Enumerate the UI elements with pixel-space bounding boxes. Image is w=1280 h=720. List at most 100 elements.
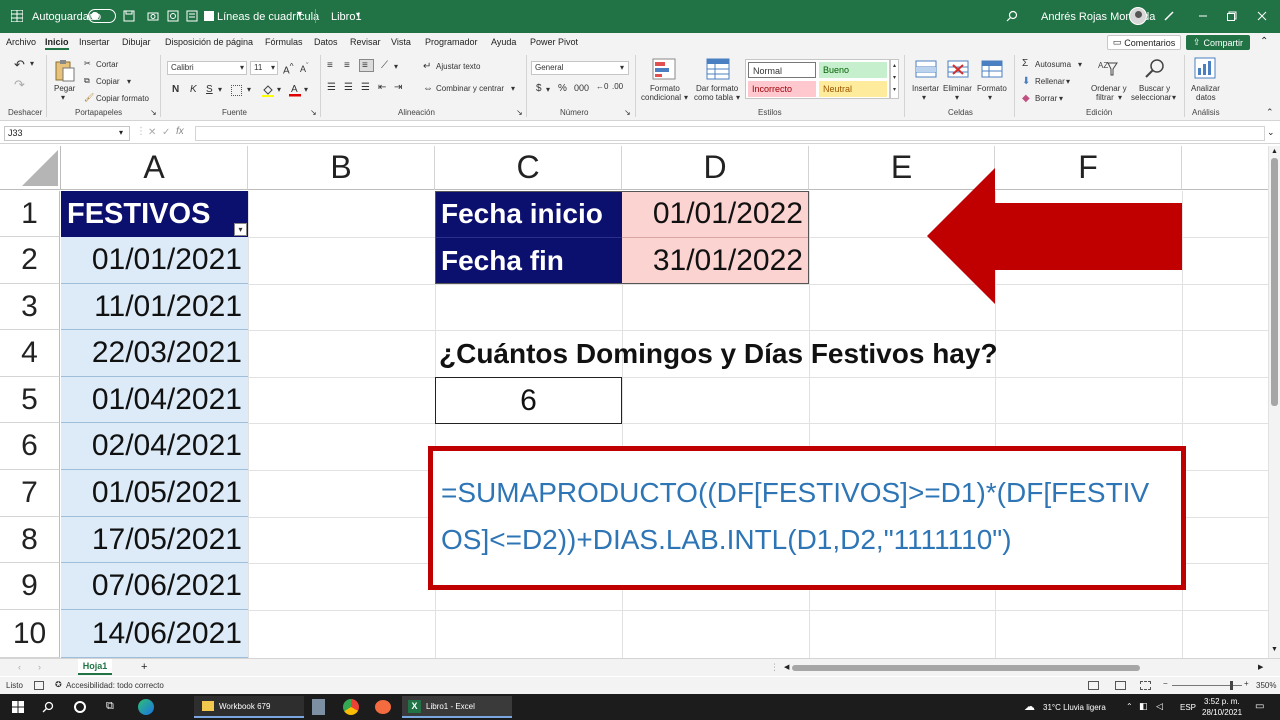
conditional-format-dropdown-icon[interactable]: ▾	[684, 93, 688, 102]
answer-cell[interactable]: 6	[435, 377, 622, 424]
paste-icon[interactable]	[54, 59, 76, 83]
app-icon[interactable]	[375, 700, 391, 714]
normal-view-icon[interactable]	[1088, 681, 1099, 690]
excel-app-icon[interactable]	[10, 9, 24, 23]
calculator-icon[interactable]	[312, 699, 325, 715]
confirm-entry-icon[interactable]: ✓	[162, 127, 170, 138]
borders-icon[interactable]	[231, 85, 242, 96]
zoom-slider-thumb[interactable]	[1230, 681, 1233, 690]
paste-dropdown-icon[interactable]: ▾	[61, 93, 65, 102]
festivo-date-cell[interactable]: 11/01/2021	[61, 284, 248, 330]
chrome-icon[interactable]	[343, 699, 359, 715]
tab-power-pivot[interactable]: Power Pivot	[530, 37, 578, 47]
format-cells-dropdown-icon[interactable]: ▾	[988, 93, 992, 102]
fill-dropdown-icon[interactable]: ▾	[1066, 77, 1070, 86]
font-color-dropdown-icon[interactable]: ▾	[304, 85, 308, 94]
font-color-icon[interactable]: A	[289, 83, 301, 97]
festivo-date-cell[interactable]: 14/06/2021	[61, 610, 248, 658]
tab-revisar[interactable]: Revisar	[350, 37, 381, 47]
accessibility-icon[interactable]: ✪	[55, 680, 62, 689]
fill-color-icon[interactable]	[262, 84, 274, 97]
sort-filter-label-1[interactable]: Ordenar y	[1091, 84, 1127, 93]
styles-scroll[interactable]: ▴ ▾ ▾	[890, 59, 899, 99]
autosum-label[interactable]: Autosuma	[1035, 60, 1071, 69]
sort-filter-icon[interactable]: AZ	[1097, 58, 1119, 80]
style-bad[interactable]: Incorrecto	[748, 81, 816, 97]
festivo-date-cell[interactable]: 01/04/2021	[61, 377, 248, 423]
fill-label[interactable]: Rellenar	[1035, 77, 1065, 86]
format-painter-icon[interactable]: 🖌	[84, 93, 94, 102]
pen-icon[interactable]	[1162, 9, 1176, 23]
merge-dropdown-icon[interactable]: ▾	[511, 84, 515, 93]
decrease-decimal-icon[interactable]: .00	[612, 82, 623, 91]
column-header-a[interactable]: A	[61, 146, 248, 190]
number-format-dropdown-icon[interactable]: ▾	[620, 63, 624, 72]
sort-filter-dropdown-icon[interactable]: ▾	[1118, 93, 1122, 102]
merge-icon[interactable]: ⇔	[423, 83, 433, 94]
horizontal-scroll-thumb[interactable]	[792, 665, 1140, 671]
tab-datos[interactable]: Datos	[314, 37, 338, 47]
form-icon[interactable]	[185, 9, 199, 23]
analyze-data-label-2[interactable]: datos	[1196, 93, 1216, 102]
workbook-dropdown-icon[interactable]: ▾	[356, 10, 360, 19]
tab-programador[interactable]: Programador	[425, 37, 478, 47]
formula-textbox[interactable]: =SUMAPRODUCTO((DF[FESTIVOS]>=D1)*(DF[FES…	[428, 446, 1186, 590]
currency-icon[interactable]: $	[536, 83, 542, 94]
column-header-c[interactable]: C	[435, 146, 622, 190]
format-as-table-label-1[interactable]: Dar formato	[696, 84, 738, 93]
row-header-4[interactable]: 4	[0, 330, 60, 377]
undo-icon[interactable]: ↶	[14, 57, 25, 73]
row-header-3[interactable]: 3	[0, 284, 60, 330]
delete-cells-icon[interactable]	[947, 58, 969, 80]
vertical-scroll-thumb[interactable]	[1271, 158, 1278, 406]
conditional-format-label-1[interactable]: Formato	[650, 84, 680, 93]
tab-dibujar[interactable]: Dibujar	[122, 37, 151, 47]
windows-start-icon[interactable]	[12, 701, 24, 713]
fill-icon[interactable]: ⬇	[1022, 76, 1030, 87]
row-header-9[interactable]: 9	[0, 563, 60, 610]
avatar[interactable]	[1129, 7, 1147, 25]
volume-icon[interactable]: ◁	[1156, 701, 1163, 712]
column-header-b[interactable]: B	[248, 146, 435, 190]
conditional-format-icon[interactable]	[652, 58, 678, 82]
autosum-icon[interactable]: Σ	[1022, 58, 1028, 69]
decrease-font-icon[interactable]: Aˇ	[300, 61, 309, 74]
ribbon-expand-icon[interactable]: ⌃	[1260, 36, 1268, 47]
orientation-dropdown-icon[interactable]: ▾	[394, 62, 398, 71]
copy-dropdown-icon[interactable]: ▾	[127, 77, 131, 86]
eraser-icon[interactable]: ◆	[1022, 93, 1030, 104]
currency-dropdown-icon[interactable]: ▾	[546, 85, 550, 94]
question-cell[interactable]: ¿Cuántos Domingos y Días Festivos hay?	[439, 330, 1039, 377]
row-header-10[interactable]: 10	[0, 610, 60, 658]
format-cells-icon[interactable]	[981, 58, 1003, 80]
zoom-level[interactable]: 350%	[1256, 681, 1276, 690]
save-icon[interactable]	[122, 9, 136, 23]
scroll-left-icon[interactable]: ◀	[784, 663, 789, 671]
merge-label[interactable]: Combinar y centrar	[436, 84, 504, 93]
tab-archivo[interactable]: Archivo	[6, 37, 36, 47]
festivo-date-cell[interactable]: 01/01/2021	[61, 237, 248, 284]
page-layout-icon[interactable]	[1115, 681, 1126, 690]
festivo-date-cell[interactable]: 02/04/2021	[61, 423, 248, 470]
scroll-down-icon[interactable]: ▼	[1271, 646, 1278, 653]
number-format-select[interactable]: General	[531, 61, 629, 75]
clock-date[interactable]: 28/10/2021	[1202, 708, 1242, 717]
next-sheet-icon[interactable]: ›	[38, 662, 41, 672]
festivo-date-cell[interactable]: 01/05/2021	[61, 470, 248, 517]
tab-insertar[interactable]: Insertar	[79, 37, 110, 47]
festivo-date-cell[interactable]: 07/06/2021	[61, 563, 248, 610]
paste-label[interactable]: Pegar	[54, 84, 75, 93]
format-cells-label[interactable]: Formato	[977, 84, 1007, 93]
underline-button[interactable]: S	[206, 84, 213, 95]
clear-dropdown-icon[interactable]: ▾	[1059, 94, 1063, 103]
undo-dropdown-icon[interactable]: ▾	[30, 59, 34, 68]
gridlines-checkbox[interactable]	[204, 11, 214, 21]
percent-icon[interactable]: %	[558, 83, 567, 94]
autosave-toggle[interactable]	[88, 9, 116, 23]
font-name-dropdown-icon[interactable]: ▾	[240, 63, 244, 72]
row-header-5[interactable]: 5	[0, 377, 60, 423]
row-header-7[interactable]: 7	[0, 470, 60, 517]
page-break-icon[interactable]	[1140, 681, 1151, 690]
festivo-date-cell[interactable]: 22/03/2021	[61, 330, 248, 377]
clear-label[interactable]: Borrar	[1035, 94, 1057, 103]
